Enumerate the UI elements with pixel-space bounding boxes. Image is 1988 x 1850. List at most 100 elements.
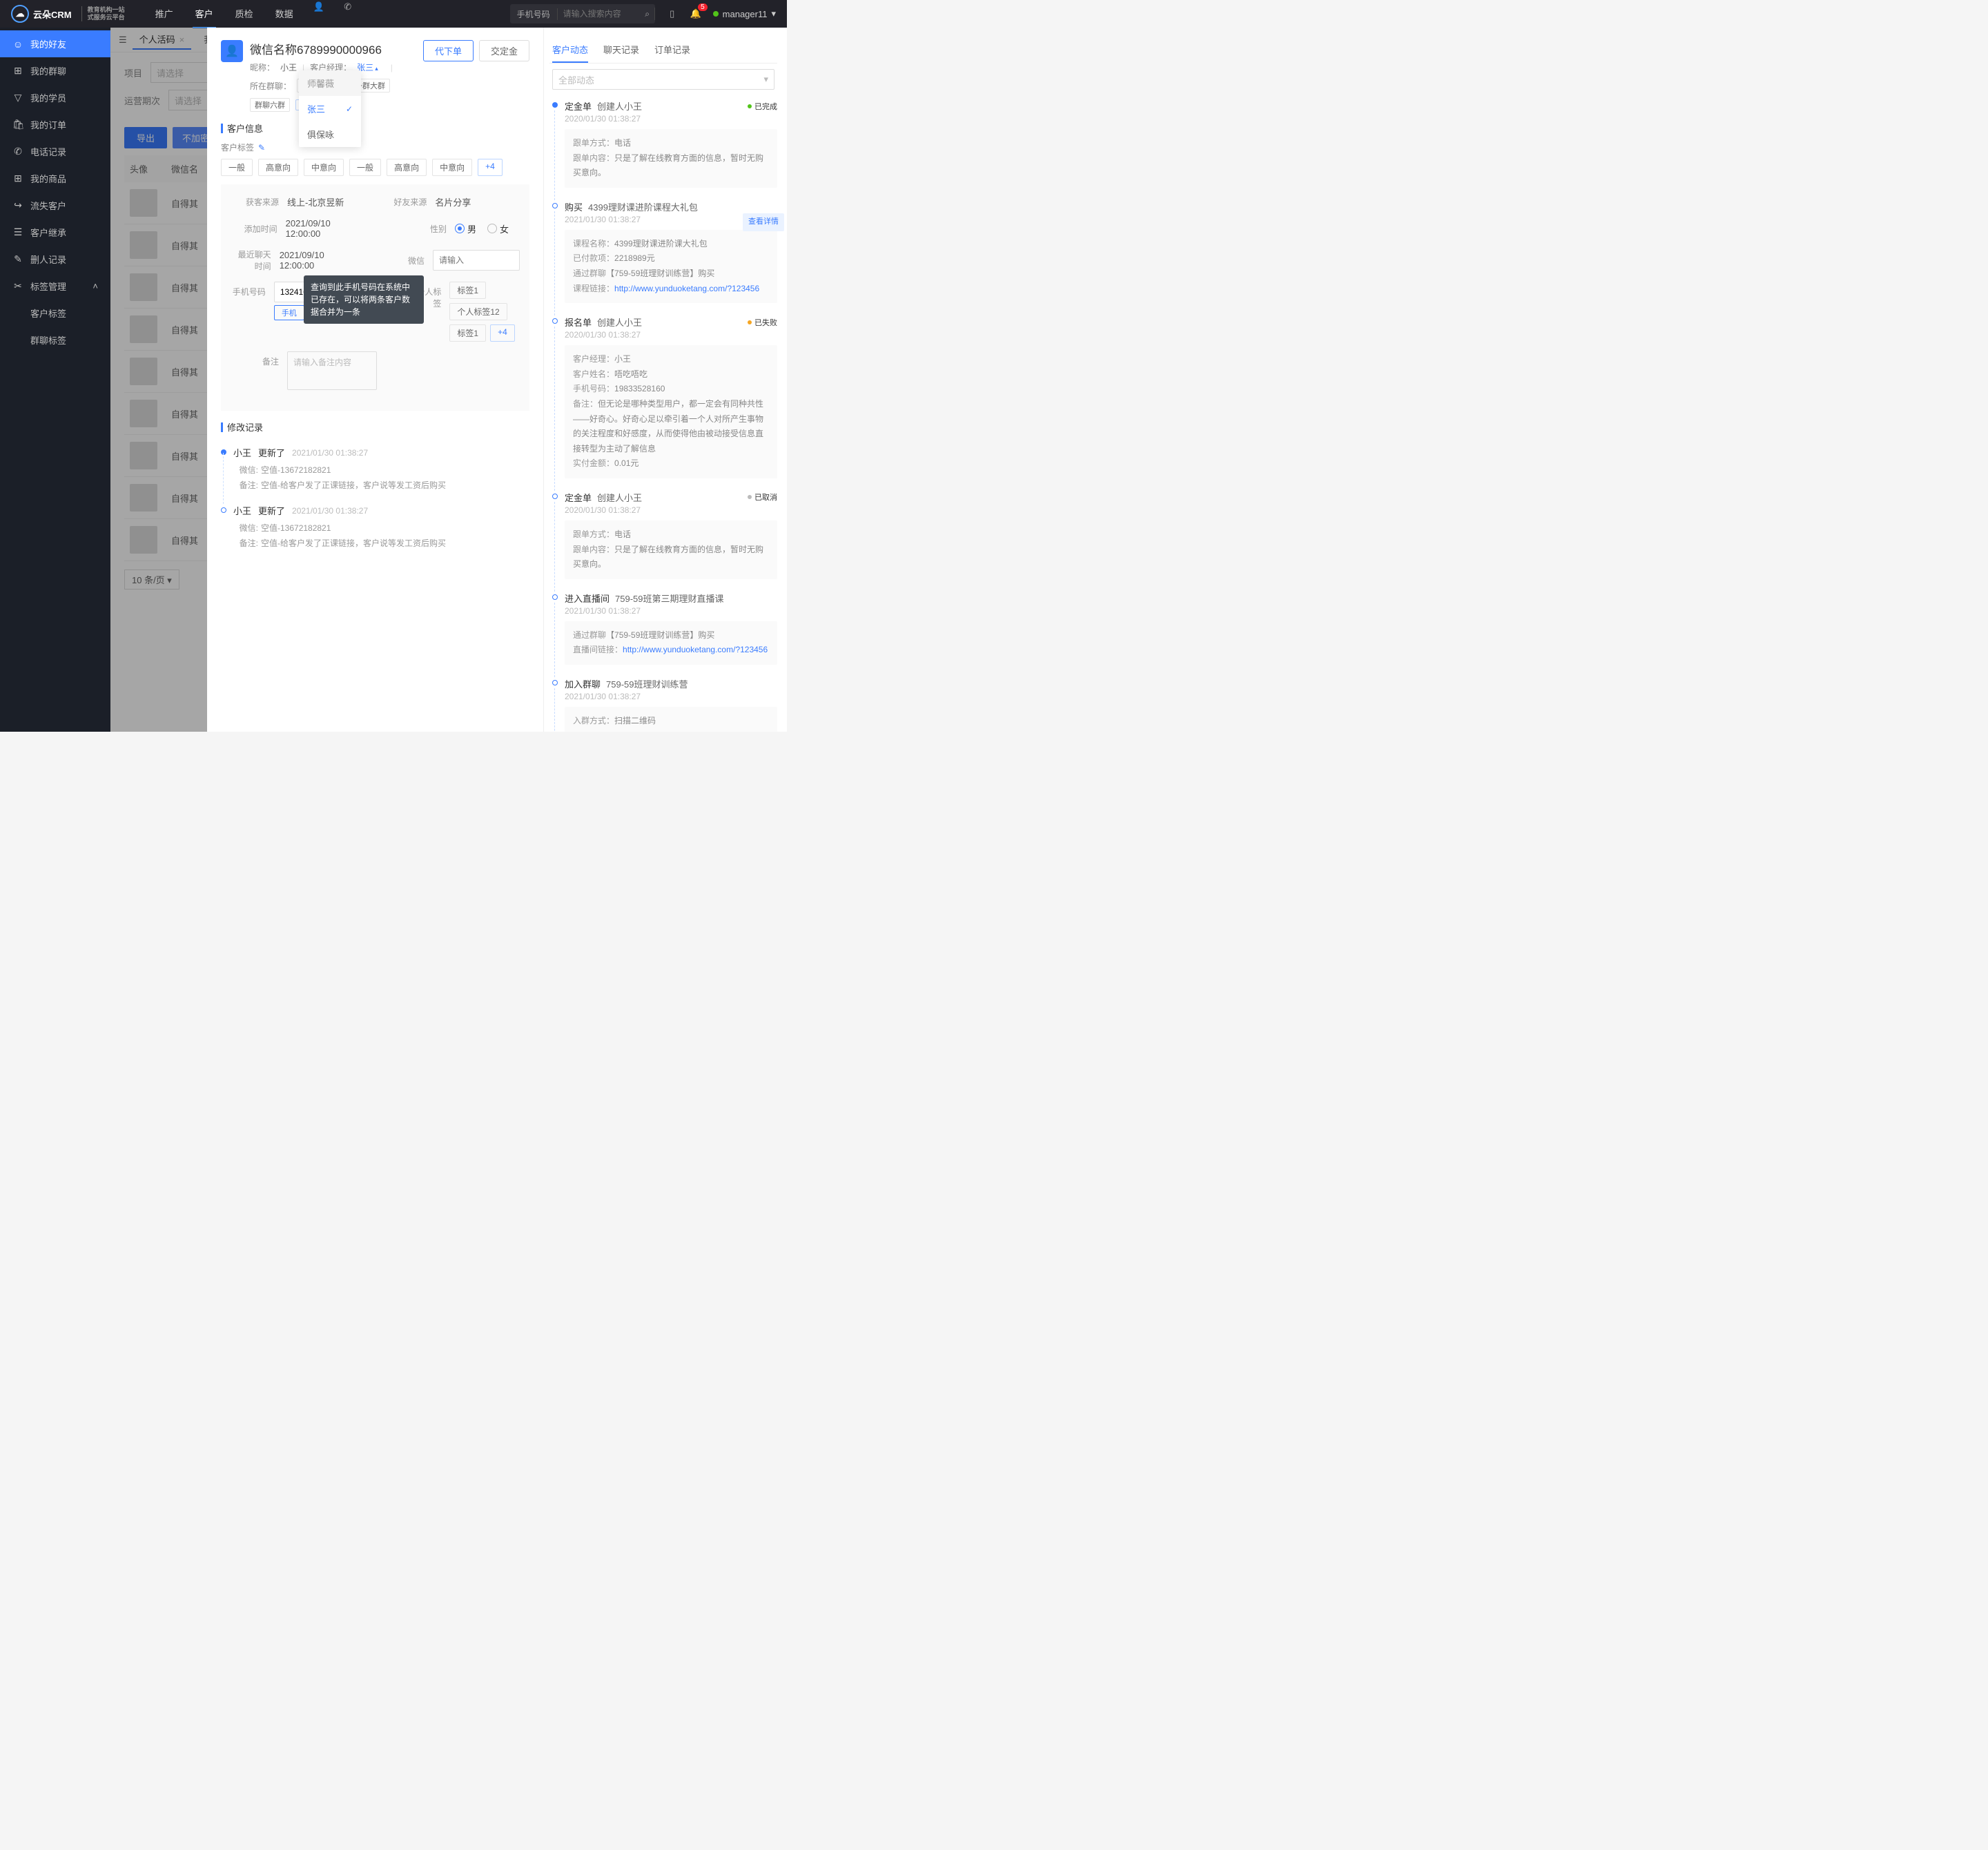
label-source: 获客来源 — [231, 196, 279, 208]
tab-chat[interactable]: 聊天记录 — [603, 37, 639, 63]
user-icon[interactable]: 👤 — [313, 0, 325, 14]
sidebar-item[interactable]: ☺我的好友 — [0, 30, 110, 57]
bell-badge: 5 — [698, 3, 708, 11]
chevron-up-icon: ˄ — [92, 281, 98, 291]
tag-chip[interactable]: 中意向 — [432, 159, 472, 176]
sidebar-icon: ☺ — [12, 39, 23, 50]
wechat-input[interactable] — [433, 250, 520, 271]
edit-icon[interactable]: ✎ — [258, 143, 265, 153]
sidebar-icon: ✎ — [12, 253, 23, 265]
timeline-card: 查看详情课程名称：4399理财课进阶课大礼包已付款项：2218989元通过群聊【… — [565, 230, 777, 303]
timeline-item: 加入群聊759-59班理财训练营 2021/01/30 01:38:27 入群方… — [552, 677, 777, 732]
label-wechat: 微信 — [390, 255, 425, 266]
sidebar: ☺我的好友⊞我的群聊▽我的学员🛍我的订单 ✆ 电话记录 ⊞我的商品 ↪ 流失客户 ☰客户继承… — [0, 28, 110, 732]
radio-male[interactable]: 男 — [455, 222, 476, 235]
sidebar-icon: ✆ — [12, 146, 23, 157]
sidebar-item[interactable]: ⊞我的商品 — [0, 165, 110, 192]
link[interactable]: http://www.yunduoketang.com/?123456 — [614, 284, 759, 293]
timeline-dot-icon — [552, 318, 558, 324]
deposit-button[interactable]: 交定金 — [479, 40, 529, 61]
ptag[interactable]: 个人标签12 — [449, 303, 507, 320]
phone-tag[interactable]: 手机 — [274, 305, 304, 320]
place-order-button[interactable]: 代下单 — [423, 40, 474, 61]
mobile-icon[interactable]: ▯ — [666, 8, 679, 20]
log-item: 小王更新了2021/01/30 01:38:27 微信:空值-136721828… — [221, 440, 529, 498]
view-detail-button[interactable]: 查看详情 — [743, 213, 784, 231]
timeline-dot-icon — [552, 203, 558, 208]
sidebar-icon: ↪ — [12, 199, 23, 211]
timeline-dot-icon — [552, 494, 558, 499]
value-source: 线上-北京昱新 — [287, 195, 344, 208]
phone-icon[interactable]: ✆ — [342, 0, 354, 14]
sidebar-item[interactable]: ☰客户继承 — [0, 219, 110, 246]
sidebar-icon: 🛍 — [12, 119, 23, 130]
activity-filter[interactable]: 全部动态▾ — [552, 69, 774, 90]
sidebar-label: 删人记录 — [30, 253, 66, 266]
search-box: 手机号码 ⌕ — [510, 4, 655, 23]
search-icon[interactable]: ⌕ — [641, 8, 655, 20]
sidebar-label: 电话记录 — [30, 145, 66, 158]
dropdown-option[interactable]: 师馨薇 — [299, 70, 361, 96]
menu-customer[interactable]: 客户 — [193, 0, 216, 28]
ptag[interactable]: 标签1 — [449, 324, 486, 342]
label-lastchat: 最近聊天时间 — [231, 249, 271, 272]
sidebar-item[interactable]: 🛍我的订单 — [0, 111, 110, 138]
menu-promote[interactable]: 推广 — [153, 0, 176, 28]
timeline-dot-icon — [552, 594, 558, 600]
sidebar-label: 我的群聊 — [30, 64, 66, 77]
tab-activity[interactable]: 客户动态 — [552, 37, 588, 63]
dropdown-option[interactable]: 张三✓ — [299, 96, 361, 121]
sidebar-item[interactable]: 客户标签 — [0, 300, 110, 327]
top-menu: 推广 客户 质检 数据 👤 ✆ — [153, 0, 354, 28]
tag-more[interactable]: +4 — [478, 159, 503, 176]
sidebar-label: 流失客户 — [30, 199, 66, 212]
link[interactable]: http://www.yunduoketang.com/?123456 — [623, 645, 768, 654]
sidebar-item[interactable]: ↪ 流失客户 — [0, 192, 110, 219]
tag-chip[interactable]: 一般 — [349, 159, 381, 176]
timeline-item: 报名单创建人小王已失败 2020/01/30 01:38:27 客户经理：小王客… — [552, 315, 777, 491]
radio-female[interactable]: 女 — [487, 222, 509, 235]
value-addtime: 2021/09/10 12:00:00 — [286, 218, 365, 239]
search-type[interactable]: 手机号码 — [510, 8, 558, 20]
value-lastchat: 2021/09/10 12:00:00 — [280, 250, 349, 271]
timeline-card: 通过群聊【759-59班理财训练营】购买直播间链接：http://www.yun… — [565, 621, 777, 665]
dropdown-option[interactable]: 俱保咏 — [299, 121, 361, 147]
logo-subtitle: 教育机构一站式服务云平台 — [81, 6, 125, 21]
menu-data[interactable]: 数据 — [273, 0, 296, 28]
label-groups: 所在群聊： — [250, 80, 291, 92]
bell-icon[interactable]: 🔔5 — [690, 8, 702, 20]
tag-chip[interactable]: 中意向 — [304, 159, 344, 176]
username: manager11 — [723, 9, 768, 19]
sidebar-label: 客户继承 — [30, 226, 66, 239]
logo: ☁ 云朵CRM 教育机构一站式服务云平台 — [11, 5, 125, 23]
menu-qc[interactable]: 质检 — [233, 0, 256, 28]
sidebar-item[interactable]: ⊞我的群聊 — [0, 57, 110, 84]
user-menu[interactable]: manager11 ▾ — [713, 8, 776, 19]
tag-chip[interactable]: 高意向 — [387, 159, 427, 176]
timeline-card: 入群方式：扫描二维码 — [565, 707, 777, 732]
ptag-more[interactable]: +4 — [490, 324, 515, 342]
top-right: 手机号码 ⌕ ▯ 🔔5 manager11 ▾ — [510, 4, 776, 23]
status-badge: 已完成 — [748, 101, 777, 112]
tab-orders[interactable]: 订单记录 — [654, 37, 690, 63]
chevron-down-icon: ▾ — [763, 74, 768, 85]
tag-chip[interactable]: 高意向 — [258, 159, 298, 176]
label-nickname: 昵称： — [250, 61, 275, 73]
check-icon: ✓ — [346, 104, 353, 114]
search-input[interactable] — [558, 9, 641, 19]
drawer-side: 客户动态 聊天记录 订单记录 全部动态▾ 定金单创建人小王已完成 2020/01… — [544, 28, 787, 732]
manager-dropdown-trigger[interactable]: 张三 — [357, 61, 385, 73]
sidebar-item[interactable]: ✎ 删人记录 — [0, 246, 110, 273]
sidebar-item[interactable]: ✆ 电话记录 — [0, 138, 110, 165]
customer-drawer: 👤 微信名称6789990000966 昵称：小王 | 客户经理：张三 | 所在… — [207, 28, 787, 732]
sidebar-item[interactable]: 群聊标签 — [0, 327, 110, 353]
logo-text: 云朵CRM — [33, 8, 72, 21]
sidebar-item[interactable]: ✂标签管理˄ — [0, 273, 110, 300]
status-badge: 已取消 — [748, 491, 777, 503]
sidebar-item[interactable]: ▽我的学员 — [0, 84, 110, 111]
sidebar-label: 我的商品 — [30, 172, 66, 185]
ptag[interactable]: 标签1 — [449, 282, 486, 299]
remark-textarea[interactable]: 请输入备注内容 — [287, 351, 377, 390]
tag-chip[interactable]: 一般 — [221, 159, 253, 176]
timeline-card: 跟单方式：电话跟单内容：只是了解在线教育方面的信息，暂时无购买意向。 — [565, 520, 777, 579]
